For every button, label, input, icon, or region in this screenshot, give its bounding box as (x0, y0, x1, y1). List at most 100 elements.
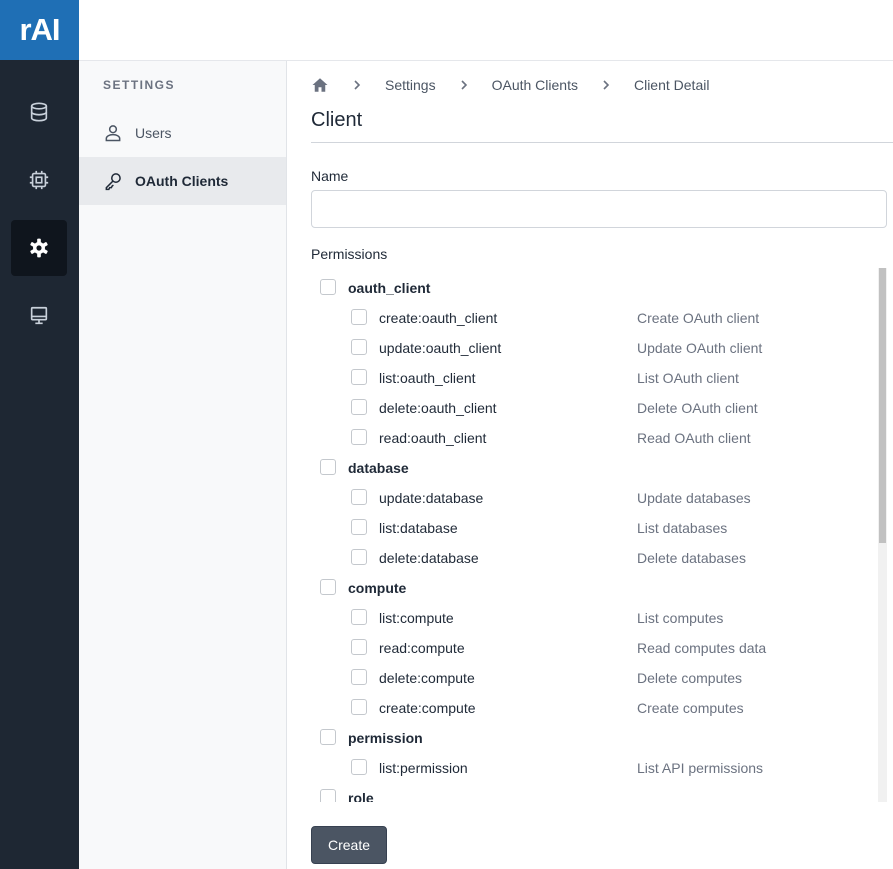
logo-text: rAI (19, 12, 60, 47)
breadcrumb-oauth-clients[interactable]: OAuth Clients (492, 77, 578, 93)
rail-compute-button[interactable] (11, 152, 67, 208)
permission-group-name: database (348, 460, 409, 476)
permission-checkbox[interactable] (351, 309, 367, 325)
permission-description: Delete OAuth client (637, 400, 758, 416)
permission-row: list:oauth_client List OAuth client (311, 362, 871, 392)
monitor-icon (30, 306, 48, 325)
permission-description: List OAuth client (637, 370, 739, 386)
rail-settings-button[interactable] (11, 220, 67, 276)
permission-row: list:permission List API permissions (311, 752, 871, 782)
permission-group-checkbox[interactable] (320, 279, 336, 295)
permission-checkbox[interactable] (351, 399, 367, 415)
permission-description: Read OAuth client (637, 430, 751, 446)
permission-description: List API permissions (637, 760, 764, 776)
permission-row: read:compute Read computes data (311, 632, 871, 662)
permission-row: delete:compute Delete computes (311, 662, 871, 692)
permission-row: delete:oauth_client Delete OAuth client (311, 392, 871, 422)
permission-group-row: oauth_client (311, 272, 871, 302)
permission-description: Create OAuth client (637, 310, 760, 326)
permission-group-name: role (348, 790, 374, 802)
permission-group-checkbox[interactable] (320, 789, 336, 802)
permission-group-row: permission (311, 722, 871, 752)
page-title: Client (311, 109, 363, 131)
permission-checkbox[interactable] (351, 549, 367, 565)
permission-checkbox[interactable] (351, 489, 367, 505)
permission-group-checkbox[interactable] (320, 579, 336, 595)
home-icon[interactable] (311, 76, 329, 94)
permissions-list[interactable]: oauth_client create:oauth_client Create OA… (311, 268, 887, 802)
permission-description: Update databases (637, 490, 751, 506)
chevron-right-icon (600, 79, 612, 91)
permission-checkbox[interactable] (351, 639, 367, 655)
settings-heading: SETTINGS (103, 78, 176, 92)
settings-sidebar: SETTINGS Users OAuth Clients (79, 61, 287, 869)
permission-group-name: compute (348, 580, 407, 596)
permission-name: update:oauth_client (379, 340, 502, 356)
permission-row: read:oauth_client Read OAuth client (311, 422, 871, 452)
app-logo[interactable]: rAI (0, 0, 79, 60)
chip-icon (29, 170, 49, 190)
breadcrumb: Settings OAuth Clients Client Detail (311, 76, 709, 94)
chevron-right-icon (458, 79, 470, 91)
permission-name: delete:oauth_client (379, 400, 497, 416)
permission-name: create:oauth_client (379, 310, 498, 326)
permission-row: update:database Update databases (311, 482, 871, 512)
permission-name: read:compute (379, 640, 465, 656)
permission-group-checkbox[interactable] (320, 729, 336, 745)
permission-description: Delete databases (637, 550, 746, 566)
permission-checkbox[interactable] (351, 669, 367, 685)
database-icon (30, 102, 48, 122)
permission-row: list:compute List computes (311, 602, 871, 632)
permission-row: update:oauth_client Update OAuth client (311, 332, 871, 362)
permission-row: delete:database Delete databases (311, 542, 871, 572)
key-icon (105, 173, 121, 191)
permission-checkbox[interactable] (351, 759, 367, 775)
permission-checkbox[interactable] (351, 369, 367, 385)
permission-name: create:compute (379, 700, 476, 716)
permission-description: Update OAuth client (637, 340, 763, 356)
sidebar-item-label: OAuth Clients (135, 173, 229, 189)
sidebar-item-oauth-clients[interactable]: OAuth Clients (79, 157, 286, 205)
permission-name: list:database (379, 520, 458, 536)
permissions-label: Permissions (311, 246, 388, 262)
permission-checkbox[interactable] (351, 339, 367, 355)
permission-group-name: permission (348, 730, 423, 746)
permission-checkbox[interactable] (351, 519, 367, 535)
permission-name: list:oauth_client (379, 370, 476, 386)
chevron-right-icon (351, 79, 363, 91)
permission-checkbox[interactable] (351, 429, 367, 445)
permission-checkbox[interactable] (351, 699, 367, 715)
permission-checkbox[interactable] (351, 609, 367, 625)
permission-name: delete:database (379, 550, 479, 566)
permission-group-row: compute (311, 572, 871, 602)
permissions-scrollbar-thumb[interactable] (879, 268, 886, 543)
icon-rail (0, 60, 79, 869)
sidebar-item-label: Users (135, 125, 172, 141)
permission-description: List computes (637, 610, 724, 626)
permission-name: list:compute (379, 610, 454, 626)
rail-workspace-button[interactable] (11, 288, 67, 344)
name-label: Name (311, 168, 349, 184)
main-content: Settings OAuth Clients Client Detail Cli… (287, 61, 893, 869)
title-divider (311, 142, 893, 143)
permission-row: list:database List databases (311, 512, 871, 542)
top-bar (79, 0, 893, 61)
permission-row: create:oauth_client Create OAuth client (311, 302, 871, 332)
permission-name: list:permission (379, 760, 468, 776)
permission-name: read:oauth_client (379, 430, 487, 446)
permission-group-row: role (311, 782, 871, 802)
permission-description: List databases (637, 520, 728, 536)
breadcrumb-client-detail: Client Detail (633, 77, 710, 93)
rail-databases-button[interactable] (11, 84, 67, 140)
name-field[interactable] (311, 190, 887, 228)
permission-group-checkbox[interactable] (320, 459, 336, 475)
create-button[interactable]: Create (311, 826, 387, 864)
breadcrumb-settings[interactable]: Settings (385, 77, 436, 93)
permission-description: Delete computes (637, 670, 743, 686)
permission-group-name: oauth_client (348, 280, 431, 296)
sidebar-item-users[interactable]: Users (79, 109, 286, 157)
permission-row: create:compute Create computes (311, 692, 871, 722)
permission-description: Create computes (637, 700, 744, 716)
users-icon (105, 125, 121, 142)
gear-icon (30, 238, 48, 258)
